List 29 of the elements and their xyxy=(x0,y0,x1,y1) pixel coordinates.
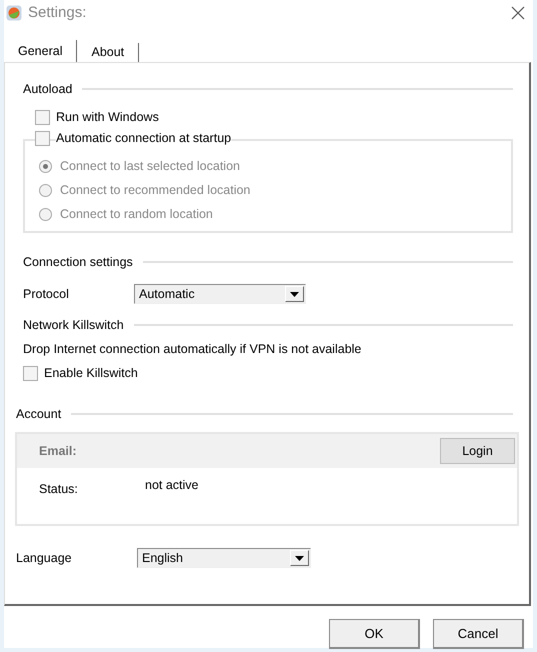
caret-icon xyxy=(295,556,304,560)
checkbox[interactable] xyxy=(23,366,38,381)
checkbox-label: Enable Killswitch xyxy=(44,366,138,381)
dropdown[interactable]: English xyxy=(137,548,311,568)
section-heading: Account xyxy=(16,406,62,422)
radio-label: Connect to recommended location xyxy=(60,182,250,198)
section-heading: Autoload xyxy=(23,82,72,96)
dialog-button[interactable]: OK xyxy=(329,619,420,649)
email-label: Email: xyxy=(39,444,77,458)
dialog-button[interactable]: Cancel xyxy=(433,619,524,649)
login-button[interactable]: Login xyxy=(440,438,515,464)
checkbox-label: Automatic connection at startup xyxy=(56,131,232,146)
checkbox[interactable] xyxy=(35,110,50,125)
status-label: Status: xyxy=(39,482,79,497)
checkbox-label: Run with Windows xyxy=(56,110,159,125)
checkbox[interactable] xyxy=(35,131,50,146)
section-heading: Network Killswitch xyxy=(23,318,124,332)
app-logo-icon xyxy=(6,5,22,21)
section-heading: Connection settings xyxy=(23,254,133,270)
radio-label: Connect to random location xyxy=(60,206,213,222)
radio-label: Connect to last selected location xyxy=(60,158,240,174)
dropdown[interactable]: Automatic xyxy=(134,284,306,304)
window-title: Settings: xyxy=(28,4,86,22)
field-label: Protocol xyxy=(23,286,70,302)
caret-icon xyxy=(290,292,299,296)
close-icon xyxy=(511,6,525,20)
description-text: Drop Internet connection automatically if VPN is not available xyxy=(23,342,362,357)
status-value: not active xyxy=(145,478,199,494)
field-label: Language xyxy=(16,550,73,566)
